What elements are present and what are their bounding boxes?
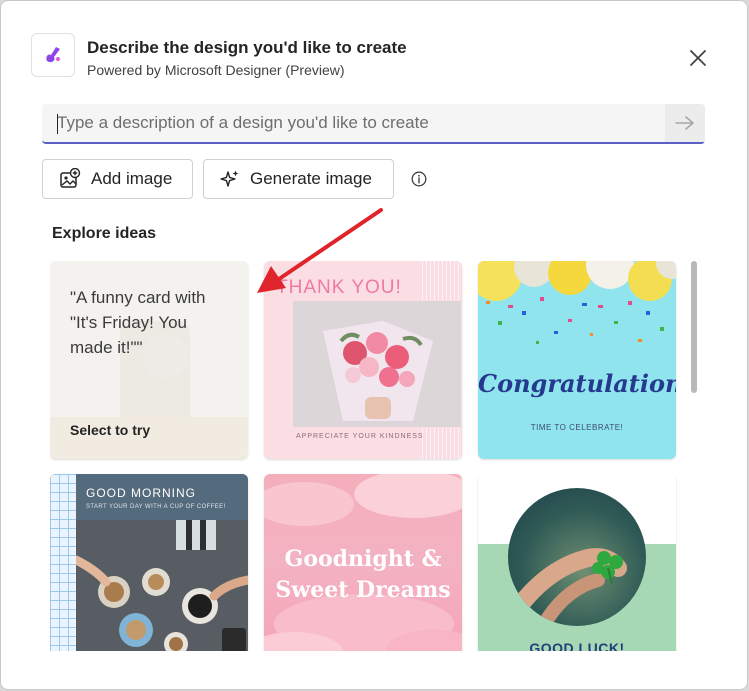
design-description-field[interactable] (42, 104, 705, 144)
dialog-subtitle: Powered by Microsoft Designer (Preview) (87, 62, 345, 78)
idea-card-good-luck[interactable]: GOOD LUCK! (478, 474, 676, 651)
ideas-scrollbar[interactable] (691, 261, 697, 393)
designer-dialog: Describe the design you'd like to create… (0, 0, 748, 690)
idea-card-thank-you[interactable]: THANK YOU! APPRECIATE YOUR KINDNESS (264, 261, 462, 459)
add-image-button[interactable]: Add image (42, 159, 193, 199)
good-morning-banner: GOOD MORNING START YOUR DAY WITH A CUP O… (76, 474, 248, 520)
designer-app-icon (31, 33, 75, 77)
idea-card-good-morning[interactable]: GOOD MORNING START YOUR DAY WITH A CUP O… (50, 474, 248, 651)
idea-card-goodnight[interactable]: Goodnight & Sweet Dreams (264, 474, 462, 651)
dialog-title: Describe the design you'd like to create (87, 38, 407, 57)
sparkle-icon (220, 169, 240, 189)
close-button[interactable] (686, 46, 710, 70)
arrow-right-icon (675, 116, 694, 130)
good-morning-title: GOOD MORNING (86, 486, 196, 500)
coffee-table-image (71, 520, 248, 651)
select-to-try-bar: Select to try (50, 417, 248, 459)
submit-button[interactable] (665, 104, 705, 142)
generate-image-label: Generate image (250, 169, 372, 188)
celebrate-caption: TIME TO CELEBRATE! (530, 423, 624, 432)
good-luck-title: GOOD LUCK! (529, 640, 625, 651)
ideas-grid: "A funny card with "It's Friday! You mad… (50, 261, 680, 651)
add-image-label: Add image (91, 169, 173, 188)
idea-card-funny-friday[interactable]: "A funny card with "It's Friday! You mad… (50, 261, 248, 459)
designer-logo-icon (46, 47, 60, 63)
text-caret (57, 114, 58, 134)
design-description-input[interactable] (42, 104, 664, 142)
appreciate-caption: APPRECIATE YOUR KINDNESS (296, 433, 424, 440)
add-image-icon (59, 168, 81, 190)
thank-you-title: THANK YOU! (276, 277, 402, 298)
generate-image-button[interactable]: Generate image (203, 159, 394, 199)
idea-prompt-text: "A funny card with "It's Friday! You mad… (70, 288, 206, 357)
info-button[interactable] (411, 171, 427, 187)
info-icon (411, 171, 427, 187)
goodnight-title: Goodnight & Sweet Dreams (275, 546, 451, 603)
close-icon (690, 50, 706, 66)
idea-card-congratulations[interactable]: Congratulations! TIME TO CELEBRATE! (478, 261, 676, 459)
explore-ideas-heading: Explore ideas (52, 225, 157, 242)
congratulations-title: Congratulations! (478, 369, 676, 398)
dialog-header: Describe the design you'd like to create… (31, 33, 727, 83)
clover-photo (508, 488, 646, 626)
bouquet-image (293, 301, 461, 427)
select-to-try-label: Select to try (70, 422, 151, 438)
good-morning-caption: START YOUR DAY WITH A CUP OF COFFEE! (86, 504, 226, 510)
